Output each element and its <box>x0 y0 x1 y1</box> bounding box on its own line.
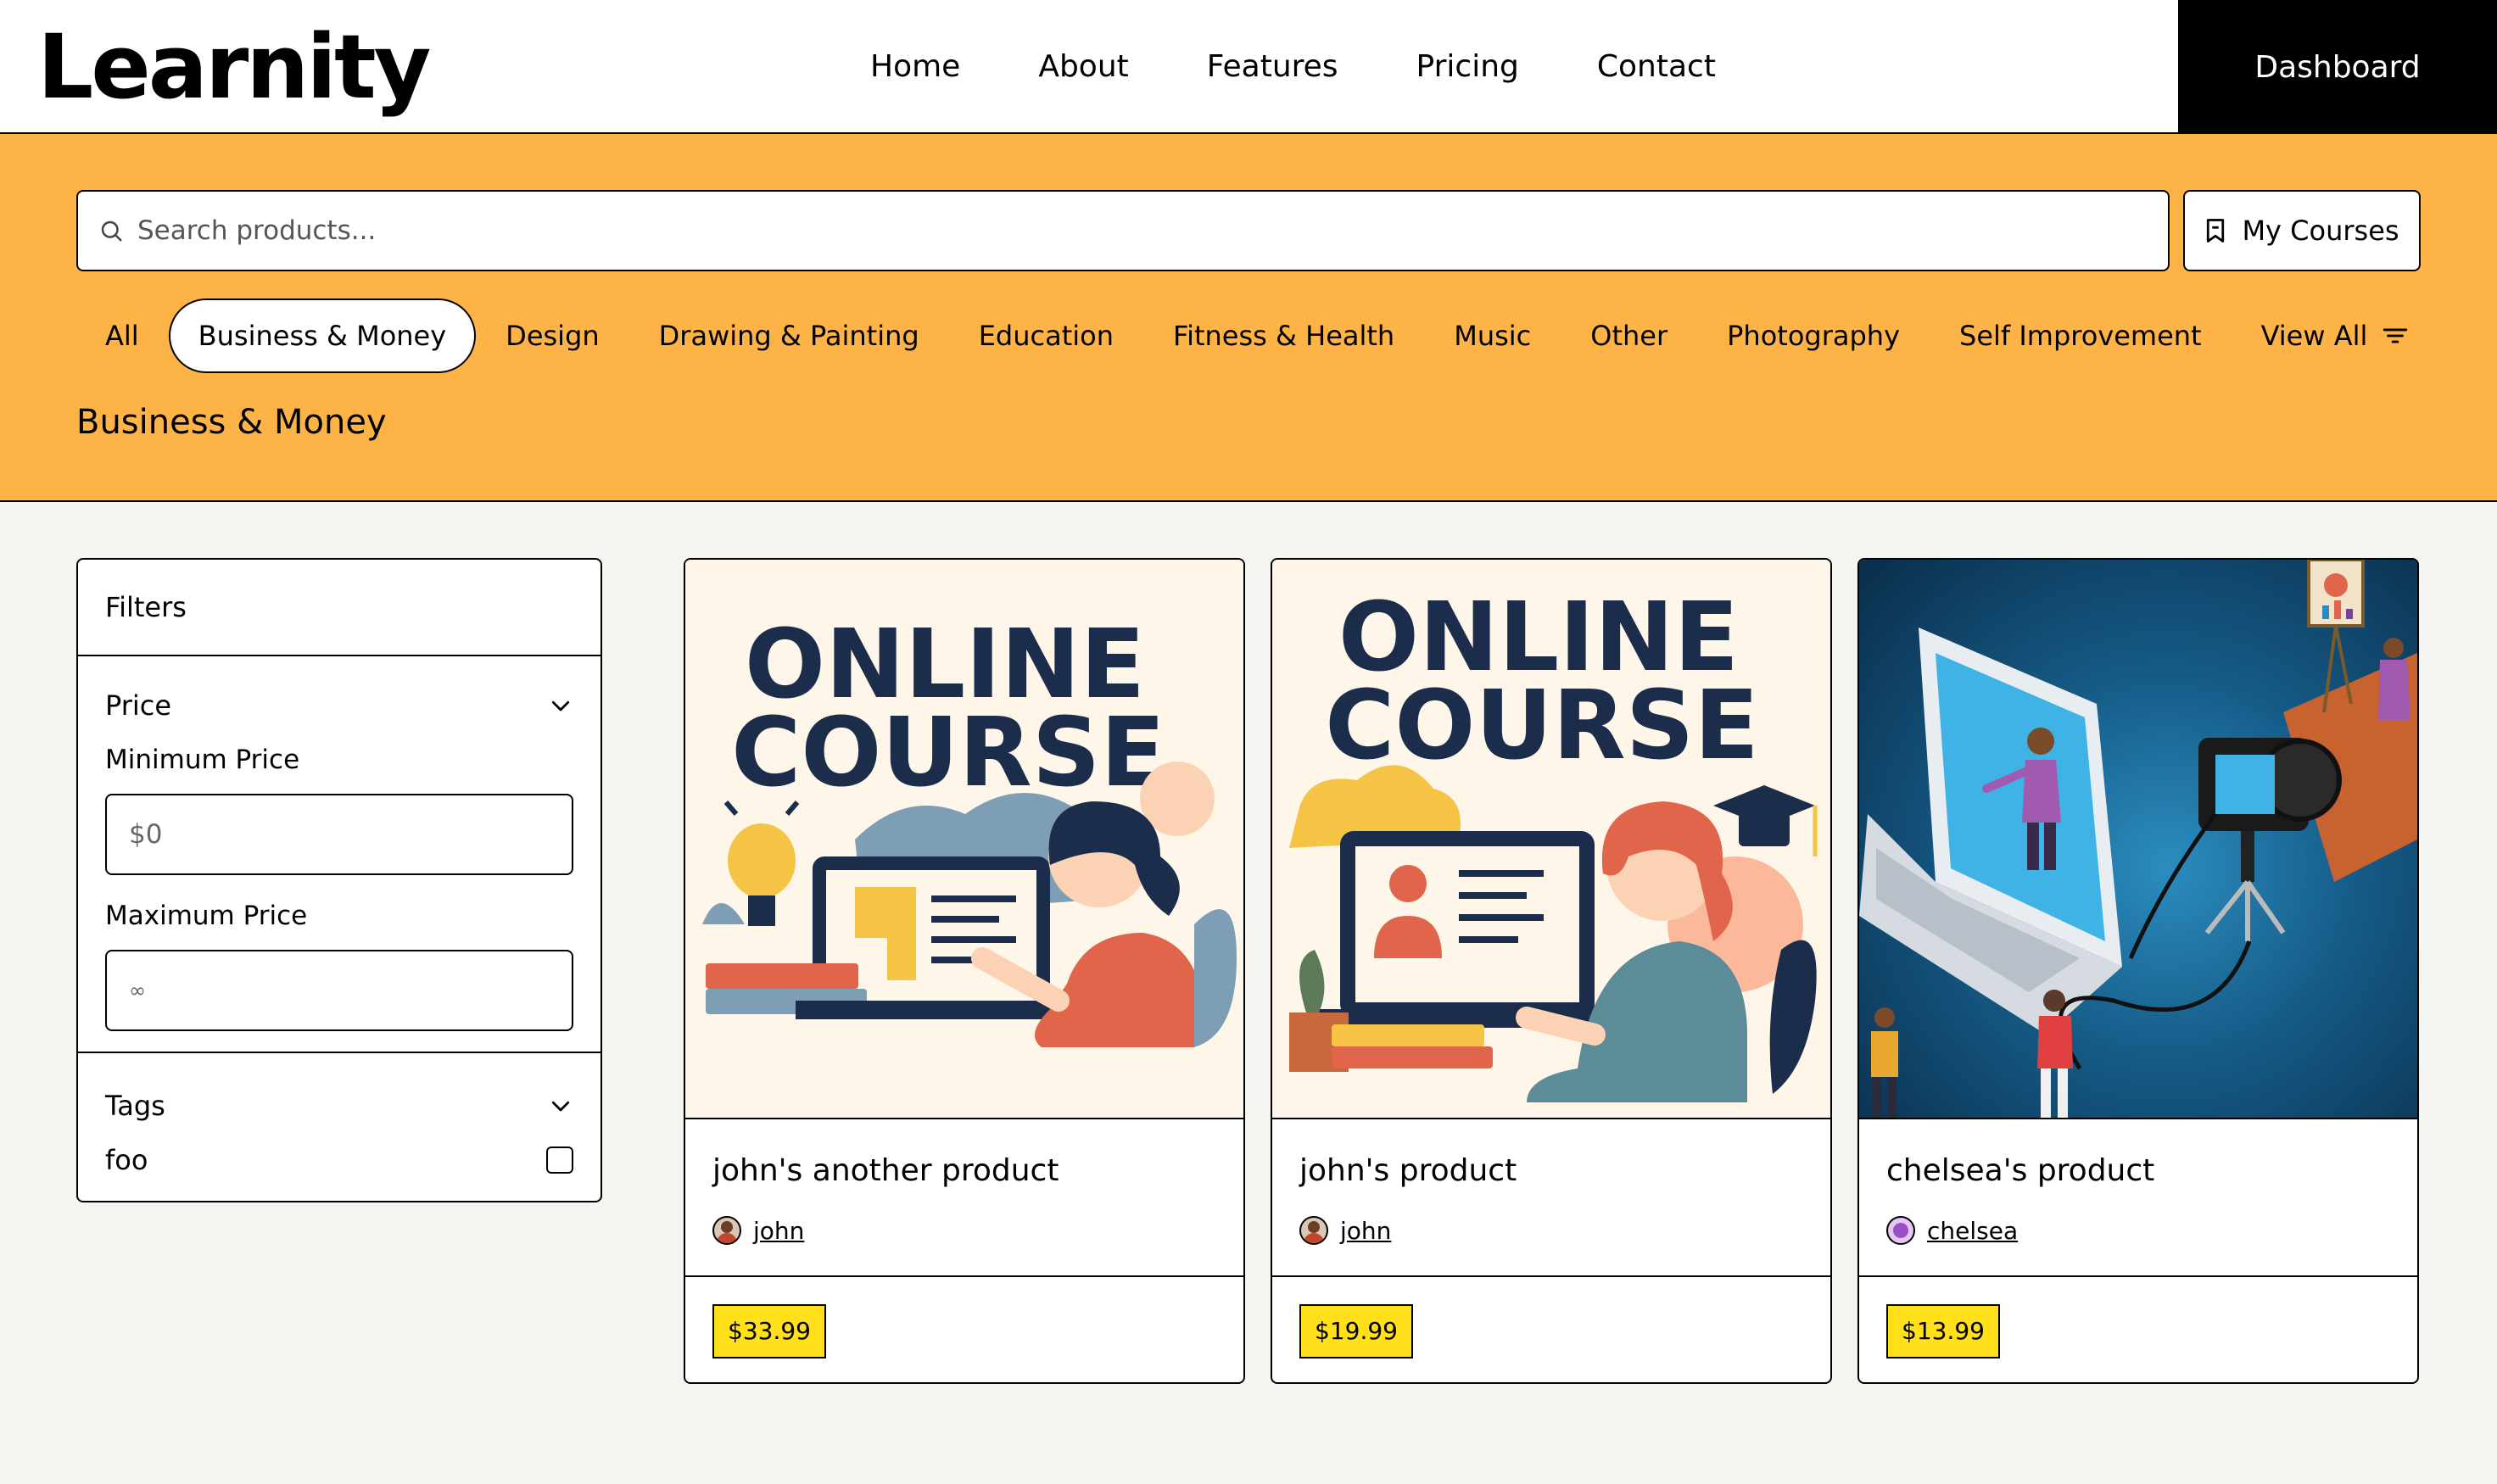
min-price-label: Minimum Price <box>105 745 300 775</box>
max-price-label: Maximum Price <box>105 901 308 931</box>
product-author: john <box>1272 1192 1830 1252</box>
author-link[interactable]: chelsea <box>1927 1217 2018 1245</box>
price-filter-label: Price <box>105 689 172 722</box>
tags-filter-label: Tags <box>105 1090 165 1122</box>
category-view-all[interactable]: View All <box>2232 298 2370 373</box>
price-filter-toggle[interactable]: Price <box>105 687 573 724</box>
category-photography[interactable]: Photography <box>1697 298 1930 373</box>
illustration-text-line-2: COURSE <box>1325 671 1759 781</box>
price-badge: $33.99 <box>712 1304 826 1358</box>
filters-title: Filters <box>78 560 601 656</box>
author-link[interactable]: john <box>753 1217 804 1245</box>
nav-link-about[interactable]: About <box>999 42 1167 92</box>
category-music[interactable]: Music <box>1424 298 1561 373</box>
dashboard-button[interactable]: Dashboard <box>2178 0 2497 134</box>
product-author: john <box>685 1192 1243 1252</box>
product-card-footer: $13.99 <box>1859 1275 2417 1382</box>
min-price-input[interactable]: $0 <box>105 794 573 875</box>
product-thumbnail[interactable]: ONLINE COURSE <box>1272 560 1830 1119</box>
search-header: My Courses All Business & Money Design D… <box>0 134 2497 502</box>
chevron-down-icon <box>551 700 570 711</box>
product-thumbnail[interactable]: ONLINE COURSE <box>685 560 1243 1119</box>
top-navbar: Learnity Home About Features Pricing Con… <box>0 0 2497 134</box>
product-title[interactable]: chelsea's product <box>1859 1119 2417 1192</box>
category-design[interactable]: Design <box>476 298 628 373</box>
category-all[interactable]: All <box>76 298 169 373</box>
author-avatar <box>1886 1216 1915 1245</box>
category-other[interactable]: Other <box>1561 298 1697 373</box>
price-badge: $19.99 <box>1299 1304 1413 1358</box>
category-self-improvement[interactable]: Self Improvement <box>1930 298 2232 373</box>
category-fitness-health[interactable]: Fitness & Health <box>1143 298 1424 373</box>
nav-link-features[interactable]: Features <box>1168 42 1377 92</box>
category-education[interactable]: Education <box>949 298 1143 373</box>
nav-links: Home About Features Pricing Contact <box>831 42 1755 92</box>
product-title[interactable]: john's product <box>1272 1119 1830 1192</box>
author-link[interactable]: john <box>1340 1217 1391 1245</box>
illustration-text-line-2: COURSE <box>731 698 1165 808</box>
tag-option-foo[interactable]: foo <box>105 1133 573 1187</box>
category-tabs: All Business & Money Design Drawing & Pa… <box>76 298 2410 373</box>
product-thumbnail[interactable] <box>1859 560 2417 1119</box>
category-business-money[interactable]: Business & Money <box>168 298 477 373</box>
my-courses-label: My Courses <box>2242 215 2399 247</box>
product-card[interactable]: ONLINE COURSE john's another product joh… <box>684 558 1245 1384</box>
video-recording-illustration <box>1859 560 2417 1118</box>
my-courses-button[interactable]: My Courses <box>2183 190 2421 271</box>
tags-filter-toggle[interactable]: Tags <box>105 1079 573 1133</box>
chevron-down-icon <box>551 1101 570 1112</box>
list-filter-icon[interactable] <box>2381 321 2410 350</box>
product-card[interactable]: chelsea's product chelsea $13.99 <box>1857 558 2419 1384</box>
online-course-illustration: ONLINE COURSE <box>1289 583 1818 1102</box>
search-input[interactable] <box>137 215 2088 246</box>
tag-checkbox[interactable] <box>546 1146 573 1174</box>
bookmark-icon <box>2207 219 2225 243</box>
nav-link-home[interactable]: Home <box>831 42 999 92</box>
product-author: chelsea <box>1859 1192 2417 1252</box>
nav-link-contact[interactable]: Contact <box>1558 42 1755 92</box>
price-filter-section: Price Minimum Price $0 Maximum Price ∞ <box>78 656 601 1053</box>
online-course-illustration: ONLINE COURSE <box>702 610 1237 1047</box>
max-price-input[interactable]: ∞ <box>105 950 573 1031</box>
product-card-footer: $33.99 <box>685 1275 1243 1382</box>
price-badge: $13.99 <box>1886 1304 2000 1358</box>
author-avatar <box>1299 1216 1328 1245</box>
search-bar[interactable] <box>76 190 2170 271</box>
category-drawing-painting[interactable]: Drawing & Painting <box>629 298 949 373</box>
search-icon <box>101 220 122 242</box>
tags-filter-section: Tags foo <box>78 1053 601 1187</box>
product-title[interactable]: john's another product <box>685 1119 1243 1192</box>
product-card[interactable]: ONLINE COURSE john's product john $19.99 <box>1271 558 1832 1384</box>
page-title: Business & Money <box>76 403 387 442</box>
filters-panel: Filters Price Minimum Price $0 Maximum P… <box>76 558 602 1202</box>
brand-logo[interactable]: Learnity <box>37 22 431 112</box>
author-avatar <box>712 1216 741 1245</box>
product-card-footer: $19.99 <box>1272 1275 1830 1382</box>
nav-link-pricing[interactable]: Pricing <box>1377 42 1558 92</box>
tag-option-label: foo <box>105 1144 148 1176</box>
